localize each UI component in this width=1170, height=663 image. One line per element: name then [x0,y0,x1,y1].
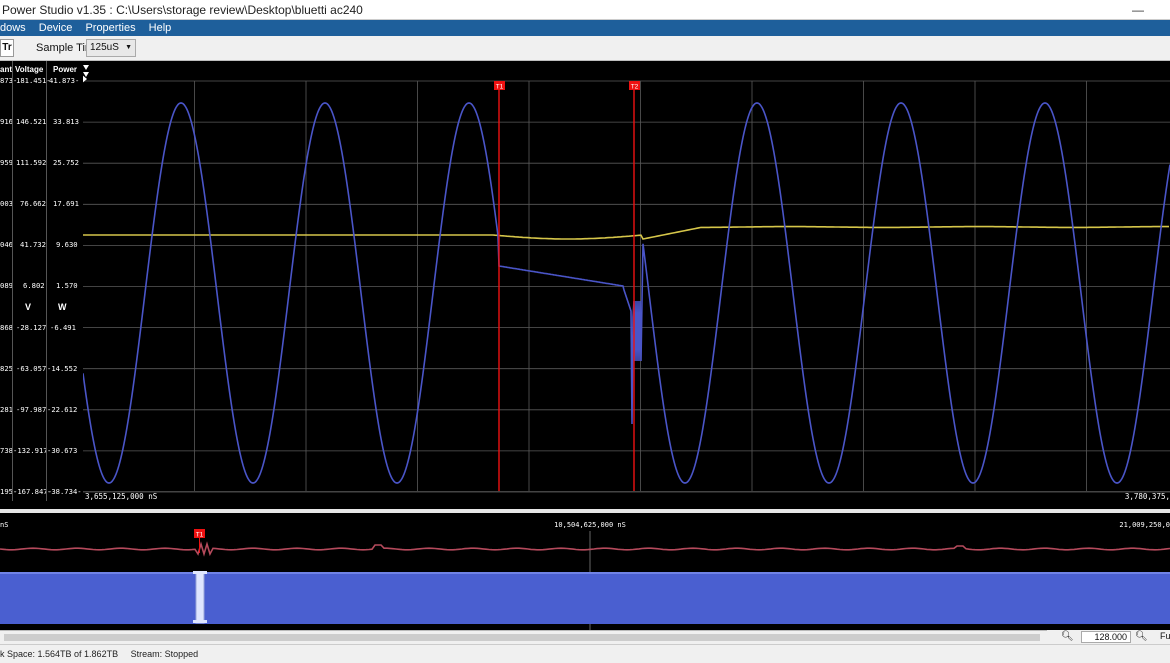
overview-strip[interactable]: nS 10,504,625,000 nS 21,009,250,0 T1 [0,513,1170,630]
power-tick: -14.552 [47,364,78,373]
current-axis-header: ant [0,65,12,74]
zoom-value-field[interactable]: 128.000 [1081,631,1131,643]
overview-band-edge [0,572,1170,574]
voltage-axis-header: Voltage [15,65,44,74]
power-tick: 1.570 [56,281,78,290]
voltage-axis: Voltage 181.451- 146.521 111.592 76.662 … [13,61,52,501]
overview-right-label: 21,009,250,0 [1119,521,1170,529]
window-title: Power Studio v1.35 : C:\Users\storage re… [2,3,363,17]
power-axis: Power 41.873- 33.813 25.752 17.691 9.630… [47,61,82,501]
x-start-label: 3,655,125,000 nS [85,492,158,501]
current-axis: ant 873- 916 959 003 046 089 868 825 281… [0,61,17,501]
menu-properties[interactable]: Properties [85,20,135,36]
status-bar: k Space: 1.564TB of 1.862TB Stream: Stop… [0,644,1170,663]
sample-time-select[interactable]: 125uS ▼ [86,39,136,57]
trigger-button[interactable]: Tr [0,39,14,57]
stream-status: Stream: Stopped [130,649,199,659]
overview-mid-label: 10,504,625,000 nS [554,521,626,529]
disk-space-status: k Space: 1.564TB of 1.862TB [0,649,119,659]
scrollbar-thumb[interactable] [4,634,1040,641]
menu-device[interactable]: Device [39,20,73,36]
marker-1-label: T1 [496,84,504,91]
voltage-tick: 76.662 [20,199,46,208]
zoom-in-icon[interactable]: 🔍︎ [1135,630,1148,644]
power-tick: 33.813 [53,117,79,126]
voltage-tick: 111.592 [16,158,47,167]
power-tick: -30.673 [47,446,78,455]
zoom-controls: 🔍︎ 128.000 🔍︎ Fu [1047,630,1170,644]
power-unit: W [58,302,67,312]
zoom-out-icon[interactable]: 🔍︎ [1061,630,1074,644]
horizontal-scrollbar[interactable] [0,630,1047,644]
overview-voltage-band [0,572,1170,624]
voltage-unit: V [25,302,32,312]
plot-background [83,61,1170,507]
power-tick: -22.612 [47,405,78,414]
power-tick: 41.873- [49,76,80,85]
menu-windows[interactable]: dows [0,20,26,36]
sample-time-value: 125uS [90,42,119,53]
power-tick: -38.734- [47,487,82,496]
title-bar: Power Studio v1.35 : C:\Users\storage re… [0,0,1170,20]
x-end-label: 3,780,375, [1125,492,1170,501]
menu-help[interactable]: Help [149,20,172,36]
power-tick: 17.691 [53,199,79,208]
overview-handle-top[interactable] [193,571,207,574]
power-tick: 25.752 [53,158,79,167]
overview-marker-label: T1 [196,532,204,539]
toolbar: Tr Sample Time: 125uS ▼ [0,36,1170,61]
power-tick: -6.491 [50,323,76,332]
voltage-tick: 146.521 [16,117,47,126]
voltage-tick: -132.917 [13,446,48,455]
voltage-tick: -63.057 [16,364,47,373]
voltage-tick: 6.802 [23,281,45,290]
overview-window-handle[interactable] [195,571,205,624]
marker-2-label: T2 [631,84,639,91]
voltage-tick: -97.987 [16,405,47,414]
power-tick: 9.630 [56,240,78,249]
voltage-tick: 41.732 [20,240,46,249]
overview-left-label: nS [0,521,8,529]
power-axis-header: Power [53,65,78,74]
full-zoom-button[interactable]: Fu [1160,631,1170,641]
minimize-button[interactable]: — [1132,0,1144,20]
waveform-plot[interactable]: T1 T2 3,655,125,000 nS 3,780,375, [83,61,1170,507]
overview-handle-bottom[interactable] [193,620,207,623]
chevron-down-icon: ▼ [125,44,132,51]
menu-bar: dows Device Properties Help [0,20,1170,36]
voltage-tick: -28.127 [16,323,47,332]
